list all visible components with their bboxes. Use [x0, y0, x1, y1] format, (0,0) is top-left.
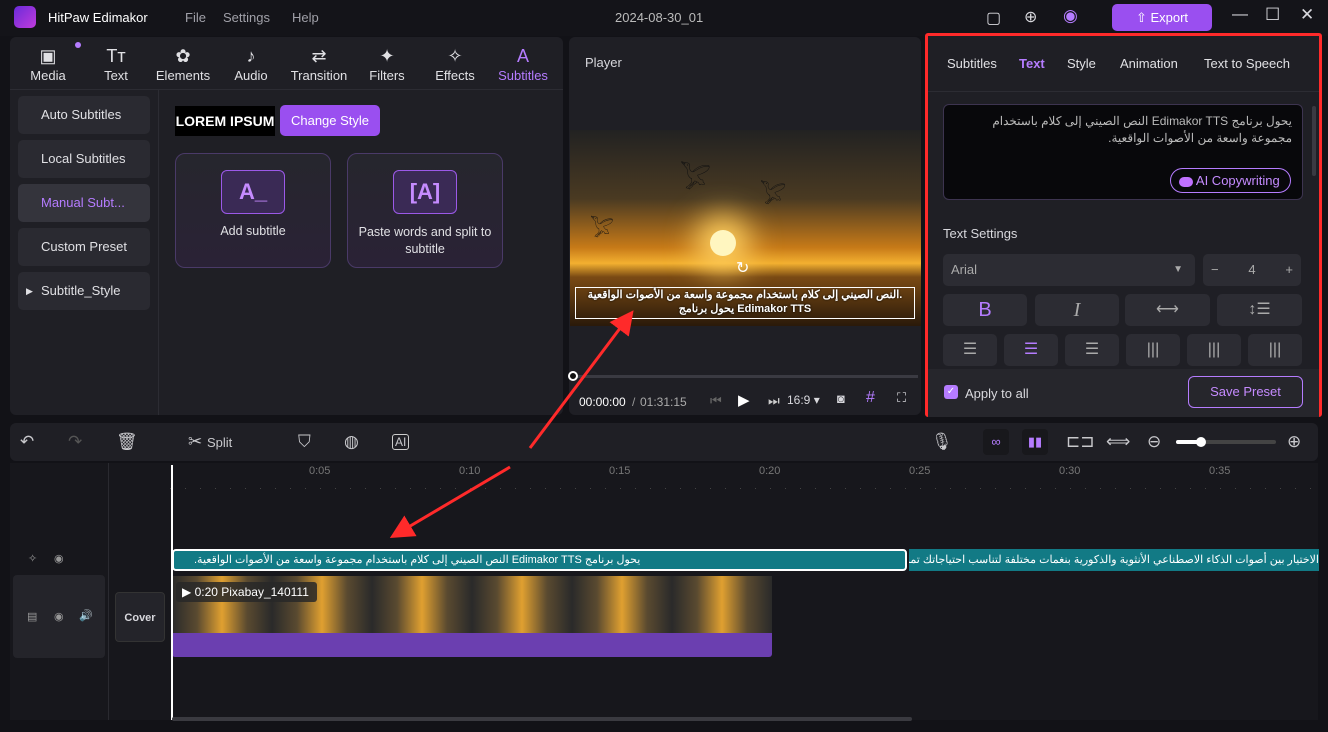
arrow-to-preview: [528, 310, 634, 449]
arrow-to-track: [389, 465, 511, 539]
annotation-arrows: [389, 310, 634, 539]
